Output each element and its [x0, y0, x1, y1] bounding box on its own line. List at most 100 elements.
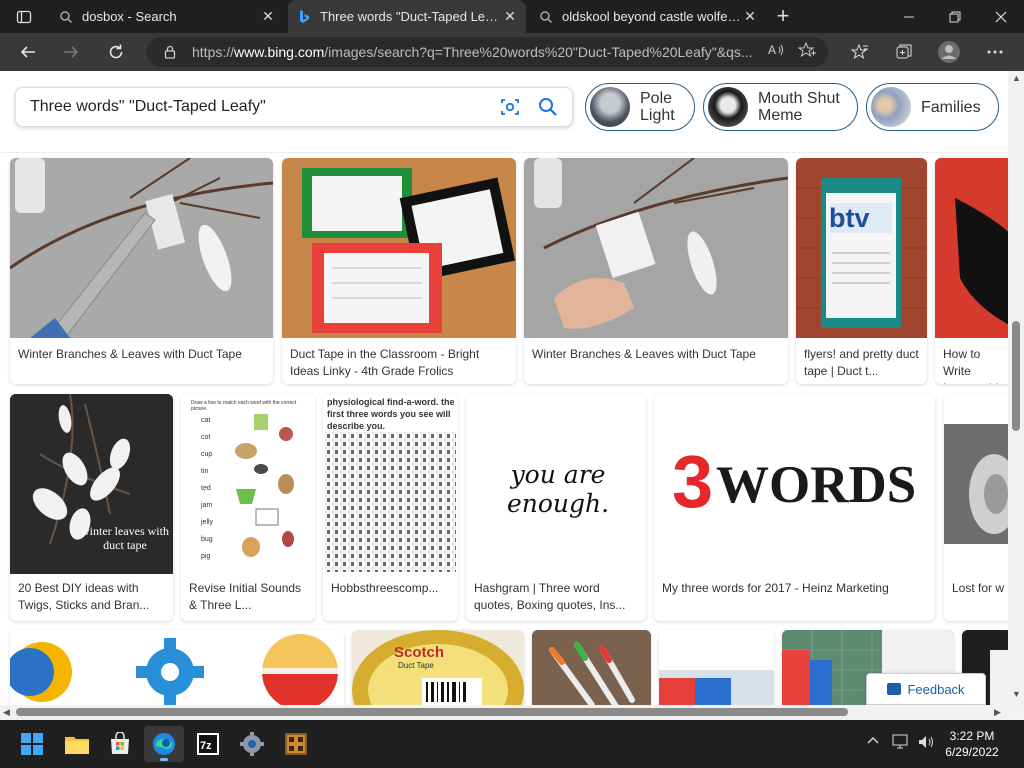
image-overlay-text: 3 [672, 440, 714, 523]
volume-icon[interactable] [918, 734, 936, 753]
result-caption[interactable]: Winter Branches & Leaves with Duct Tape [532, 346, 782, 363]
result-caption[interactable]: Duct Tape in the Classroom - Bright Idea… [290, 346, 510, 380]
image-result-card[interactable]: btv flyers! and pretty duct tape | Duct … [796, 158, 927, 384]
result-image[interactable] [524, 158, 788, 338]
restore-icon[interactable] [932, 0, 978, 33]
result-caption[interactable]: Revise Initial Sounds & Three L... [189, 580, 309, 614]
image-result-card[interactable] [659, 630, 774, 705]
related-chip-families[interactable]: Families [866, 83, 999, 131]
tab-oldskool[interactable]: oldskool beyond castle wolfenste ✕ [530, 0, 766, 33]
result-image[interactable]: you are enough. [466, 394, 646, 574]
horizontal-scrollbar[interactable]: ◀ ▶ [0, 705, 1008, 719]
file-explorer-icon[interactable] [57, 726, 97, 762]
vertical-scroll-thumb[interactable] [1012, 321, 1020, 431]
result-image[interactable]: Draw a line to match each word with the … [181, 394, 315, 574]
back-icon[interactable] [14, 38, 42, 66]
tab-title: dosbox - Search [82, 9, 177, 24]
search-icon[interactable] [536, 95, 560, 119]
more-options-icon[interactable] [983, 40, 1007, 64]
collections-icon[interactable] [892, 40, 916, 64]
image-result-card[interactable]: you are enough. Hashgram | Three word qu… [466, 394, 646, 621]
search-box[interactable]: Three words" "Duct-Taped Leafy" [15, 87, 573, 127]
result-caption[interactable]: flyers! and pretty duct tape | Duct t... [804, 346, 921, 380]
profile-avatar-icon[interactable] [937, 40, 961, 64]
result-caption[interactable]: How to Write Instructable [943, 346, 1009, 384]
result-caption[interactable]: 20 Best DIY ideas with Twigs, Sticks and… [18, 580, 167, 614]
image-result-card[interactable] [532, 630, 651, 705]
result-image[interactable]: Scotch Duct Tape [352, 630, 524, 705]
image-result-card[interactable]: winter leaves with duct tape 20 Best DIY… [10, 394, 173, 621]
store-icon[interactable] [100, 726, 140, 762]
feedback-button[interactable]: Feedback [866, 673, 986, 705]
vertical-scrollbar[interactable]: ▲ ▼ [1008, 71, 1024, 705]
scroll-left-icon[interactable]: ◀ [3, 707, 10, 718]
edge-icon[interactable] [144, 726, 184, 762]
close-icon[interactable]: ✕ [260, 8, 276, 25]
image-overlay-text: you are enough. [506, 460, 610, 518]
image-result-card[interactable] [10, 630, 344, 705]
result-caption[interactable]: My three words for 2017 - Heinz Marketin… [662, 580, 929, 597]
browser-toolbar: https://www.bing.com/images/search?q=Thr… [0, 33, 1024, 71]
address-bar[interactable]: https://www.bing.com/images/search?q=Thr… [146, 37, 828, 67]
result-image[interactable]: winter leaves with duct tape [10, 394, 173, 574]
result-image[interactable]: physiological find-a-word. the first thr… [323, 394, 458, 574]
chip-thumbnail [871, 87, 911, 127]
network-icon[interactable] [892, 734, 910, 753]
minimize-icon[interactable] [886, 0, 932, 33]
result-caption[interactable]: Lost for w [952, 580, 1008, 597]
horizontal-scroll-thumb[interactable] [16, 708, 848, 716]
chip-label: Pole [640, 90, 673, 107]
add-favorite-icon[interactable] [797, 41, 816, 63]
image-result-card[interactable]: How to Write Instructable [935, 158, 1015, 384]
image-result-card[interactable]: Lost for w [944, 394, 1014, 621]
7zip-icon[interactable]: 7z [188, 726, 228, 762]
read-aloud-icon[interactable]: A [768, 42, 784, 63]
related-chip-mouth-shut-meme[interactable]: Mouth Shut Meme [703, 83, 858, 131]
close-icon[interactable]: ✕ [742, 8, 758, 25]
result-image[interactable] [944, 394, 1014, 574]
result-image[interactable]: btv [796, 158, 927, 338]
new-tab-icon[interactable]: + [771, 3, 795, 28]
taskbar-clock[interactable]: 3:22 PM 6/29/2022 [940, 728, 1004, 760]
chip-label: Mouth Shut [758, 90, 840, 107]
search-icon [538, 9, 554, 25]
visual-search-icon[interactable] [498, 95, 522, 119]
result-image[interactable] [935, 158, 1015, 338]
lock-icon[interactable] [156, 45, 184, 59]
image-result-card[interactable]: 3 WORDS My three words for 2017 - Heinz … [654, 394, 935, 621]
show-hidden-icons-icon[interactable] [866, 734, 880, 751]
result-image[interactable]: 3 WORDS [654, 394, 935, 574]
image-text-btv: btv [829, 203, 870, 233]
tab-dosbox[interactable]: dosbox - Search ✕ [50, 0, 284, 33]
close-window-icon[interactable] [978, 0, 1024, 33]
refresh-icon[interactable] [102, 38, 130, 66]
scroll-up-icon[interactable]: ▲ [1012, 73, 1021, 83]
image-result-card[interactable]: physiological find-a-word. the first thr… [323, 394, 458, 621]
url-text[interactable]: https://www.bing.com/images/search?q=Thr… [192, 44, 768, 60]
image-result-card[interactable]: Duct Tape in the Classroom - Bright Idea… [282, 158, 516, 384]
result-image[interactable] [10, 630, 344, 705]
search-input[interactable]: Three words" "Duct-Taped Leafy" [16, 98, 498, 116]
related-chip-pole-light[interactable]: Pole Light [585, 83, 695, 131]
image-result-card[interactable]: Winter Branches & Leaves with Duct Tape [10, 158, 273, 384]
result-image[interactable] [532, 630, 651, 705]
result-caption[interactable]: Winter Branches & Leaves with Duct Tape [18, 346, 267, 363]
start-button[interactable] [12, 726, 52, 762]
image-result-card[interactable]: Scotch Duct Tape [352, 630, 524, 705]
result-image[interactable] [659, 630, 774, 705]
image-result-card[interactable]: Winter Branches & Leaves with Duct Tape [524, 158, 788, 384]
dosbox-icon[interactable] [276, 726, 316, 762]
tab-three-words[interactable]: Three words "Duct-Taped Leafy" ✕ [288, 0, 526, 33]
result-image[interactable] [10, 158, 273, 339]
result-caption[interactable]: Hashgram | Three word quotes, Boxing quo… [474, 580, 640, 614]
result-image[interactable] [282, 158, 516, 338]
forward-icon[interactable] [57, 38, 85, 66]
scroll-down-icon[interactable]: ▼ [1012, 689, 1021, 699]
favorites-icon[interactable] [848, 40, 872, 64]
settings-icon[interactable] [232, 726, 272, 762]
tab-actions-icon[interactable] [8, 6, 40, 28]
result-caption[interactable]: Hobbsthreescomp... [331, 580, 452, 597]
scroll-right-icon[interactable]: ▶ [994, 707, 1001, 718]
close-icon[interactable]: ✕ [502, 8, 518, 25]
image-result-card[interactable]: Draw a line to match each word with the … [181, 394, 315, 621]
